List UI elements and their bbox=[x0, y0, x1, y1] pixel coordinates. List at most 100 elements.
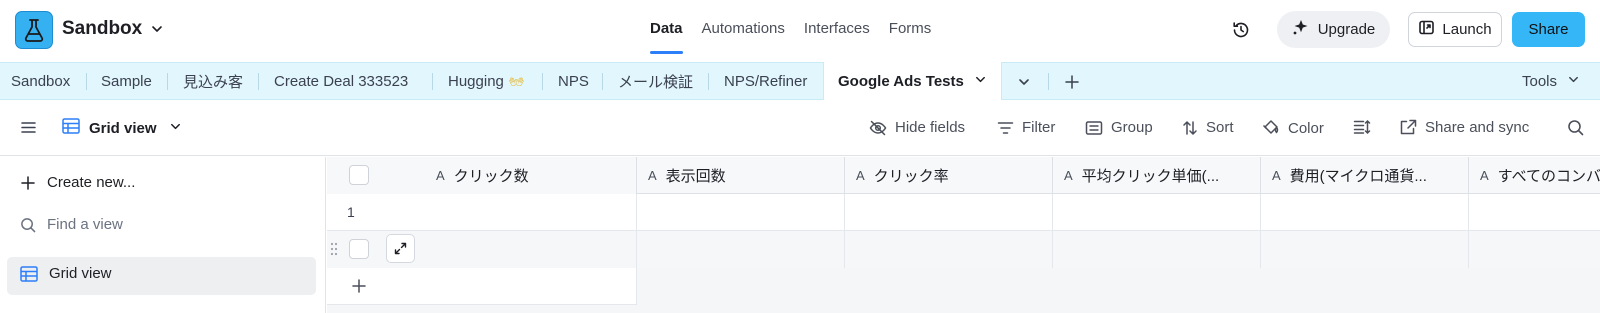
nav-data[interactable]: Data bbox=[650, 20, 683, 54]
chevron-down-icon[interactable] bbox=[974, 73, 987, 90]
column-header[interactable]: A 表示回数 bbox=[637, 157, 845, 194]
text-field-type-icon: A bbox=[436, 168, 445, 183]
group-button[interactable]: Group bbox=[1085, 119, 1153, 136]
external-link-icon bbox=[1400, 119, 1417, 135]
plus-icon bbox=[351, 278, 367, 298]
search-icon bbox=[21, 217, 36, 232]
sort-icon bbox=[1183, 120, 1197, 135]
tools-menu[interactable]: Tools bbox=[1522, 63, 1580, 100]
launch-label: Launch bbox=[1442, 21, 1492, 38]
table-cell[interactable] bbox=[637, 194, 845, 231]
upgrade-button[interactable]: Upgrade bbox=[1277, 11, 1390, 48]
table-cell[interactable] bbox=[637, 231, 845, 268]
view-sidebar: Create new... Find a view Grid view bbox=[0, 157, 326, 313]
table-cell[interactable] bbox=[845, 231, 1053, 268]
table-row[interactable] bbox=[327, 231, 1600, 268]
top-navigation: Data Automations Interfaces Forms bbox=[650, 20, 950, 54]
all-tables-chevron-icon[interactable] bbox=[1017, 63, 1031, 100]
tab-nps-refiner[interactable]: NPS/Refiner bbox=[724, 63, 807, 100]
tab-sandbox[interactable]: Sandbox bbox=[11, 63, 70, 100]
tab-create-deal[interactable]: Create Deal 333523 bbox=[274, 63, 408, 100]
base-name-dropdown[interactable]: Sandbox bbox=[62, 18, 164, 40]
column-header-label: すべてのコンバ bbox=[1497, 168, 1600, 185]
table-cell[interactable] bbox=[1469, 194, 1600, 231]
share-button[interactable]: Share bbox=[1512, 12, 1585, 47]
table-cell[interactable] bbox=[1469, 231, 1600, 268]
nav-automations[interactable]: Automations bbox=[702, 20, 785, 42]
select-all-checkbox[interactable] bbox=[349, 165, 369, 185]
hide-fields-button[interactable]: Hide fields bbox=[869, 119, 965, 136]
share-label: Share bbox=[1528, 21, 1569, 38]
nav-forms[interactable]: Forms bbox=[889, 20, 932, 42]
create-new-label: Create new... bbox=[47, 174, 136, 191]
chevron-down-icon bbox=[1567, 73, 1580, 90]
search-icon[interactable] bbox=[1567, 119, 1584, 136]
color-button[interactable]: Color bbox=[1262, 119, 1324, 137]
group-icon bbox=[1085, 120, 1103, 135]
launch-button[interactable]: Launch bbox=[1408, 12, 1502, 47]
column-header-label: 費用(マイクロ通貨... bbox=[1289, 168, 1427, 185]
primary-cell[interactable] bbox=[327, 231, 637, 268]
text-field-type-icon: A bbox=[1272, 168, 1281, 183]
find-view-input[interactable]: Find a view bbox=[20, 216, 123, 233]
grid-header: A クリック数 A 表示回数 A クリック率 A 平均クリック単価(... A … bbox=[327, 157, 1600, 194]
sidebar-toggle-hamburger-icon[interactable] bbox=[20, 119, 37, 136]
tab-nps[interactable]: NPS bbox=[558, 63, 589, 100]
table-row[interactable]: 1 bbox=[327, 194, 1600, 231]
text-field-type-icon: A bbox=[1064, 168, 1073, 183]
sidebar-item-label: Grid view bbox=[49, 265, 112, 282]
column-header[interactable]: A すべてのコンバ bbox=[1469, 157, 1600, 194]
column-header-primary[interactable]: A クリック数 bbox=[327, 157, 637, 194]
view-switcher[interactable]: Grid view bbox=[62, 118, 182, 138]
base-logo-flask-icon[interactable] bbox=[15, 11, 53, 49]
table-cell[interactable] bbox=[1261, 231, 1469, 268]
group-label: Group bbox=[1111, 119, 1153, 136]
filter-button[interactable]: Filter bbox=[997, 119, 1055, 136]
table-cell[interactable] bbox=[1053, 231, 1261, 268]
tab-divider bbox=[542, 73, 543, 90]
tab-sample[interactable]: Sample bbox=[101, 63, 152, 100]
row-checkbox[interactable] bbox=[349, 239, 369, 259]
history-icon[interactable] bbox=[1230, 19, 1252, 41]
drag-handle-icon[interactable] bbox=[330, 242, 338, 260]
sort-button[interactable]: Sort bbox=[1182, 119, 1234, 136]
column-header[interactable]: A クリック率 bbox=[845, 157, 1053, 194]
create-new-view-button[interactable]: Create new... bbox=[20, 174, 135, 191]
tab-divider bbox=[258, 73, 259, 90]
chevron-down-icon bbox=[150, 22, 164, 36]
color-label: Color bbox=[1288, 119, 1324, 137]
primary-cell[interactable]: 1 bbox=[327, 194, 637, 231]
expand-record-icon[interactable] bbox=[386, 234, 415, 263]
filter-icon bbox=[997, 121, 1014, 134]
tab-hugging[interactable]: Hugging 👐︎ bbox=[448, 63, 524, 100]
tab-mail-verification[interactable]: メール検証 bbox=[618, 63, 693, 100]
tab-google-ads-tests[interactable]: Google Ads Tests bbox=[823, 62, 1002, 100]
sidebar-item-grid-view[interactable]: Grid view bbox=[20, 265, 112, 282]
add-table-plus-icon[interactable] bbox=[1064, 63, 1080, 100]
row-height-icon[interactable] bbox=[1353, 119, 1371, 135]
tab-divider bbox=[167, 73, 168, 90]
nav-interfaces[interactable]: Interfaces bbox=[804, 20, 870, 42]
chevron-down-icon bbox=[169, 120, 182, 137]
share-and-sync-button[interactable]: Share and sync bbox=[1400, 119, 1529, 136]
grid-view-icon bbox=[62, 118, 80, 138]
hugging-hands-icon: 👐︎ bbox=[508, 74, 525, 89]
column-header[interactable]: A 費用(マイクロ通貨... bbox=[1261, 157, 1469, 194]
tab-google-ads-tests-label: Google Ads Tests bbox=[838, 72, 964, 90]
tab-mikomikyaku[interactable]: 見込み客 bbox=[183, 63, 243, 100]
tools-label: Tools bbox=[1522, 73, 1558, 90]
grid-view-icon bbox=[20, 265, 38, 282]
table-cell[interactable] bbox=[1053, 194, 1261, 231]
column-header-label: クリック数 bbox=[453, 168, 529, 185]
view-toolbar: Grid view Hide fields Filter Group Sort … bbox=[0, 101, 1600, 156]
grid-empty-area bbox=[637, 268, 1600, 313]
table-tabs-bar: Sandbox Sample 見込み客 Create Deal 333523 H… bbox=[0, 62, 1600, 100]
table-cell[interactable] bbox=[845, 194, 1053, 231]
launch-icon bbox=[1418, 19, 1435, 40]
column-header[interactable]: A 平均クリック単価(... bbox=[1053, 157, 1261, 194]
upgrade-label: Upgrade bbox=[1317, 21, 1376, 38]
text-field-type-icon: A bbox=[1480, 168, 1489, 183]
table-cell[interactable] bbox=[1261, 194, 1469, 231]
add-record-button[interactable] bbox=[327, 268, 637, 305]
filter-label: Filter bbox=[1022, 119, 1056, 136]
